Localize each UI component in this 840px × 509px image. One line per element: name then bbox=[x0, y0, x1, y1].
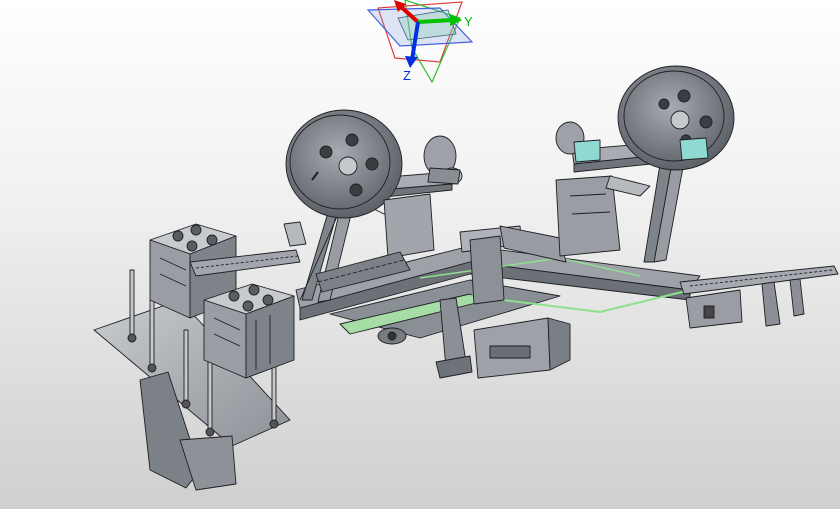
triad-y-label: Y bbox=[464, 14, 473, 29]
orientation-triad[interactable]: Y Z bbox=[366, 0, 474, 84]
guide-bracket-2 bbox=[283, 221, 307, 247]
triad-y-axis bbox=[417, 18, 453, 24]
left-magazine-lower bbox=[203, 283, 295, 379]
triad-z-label: Z bbox=[403, 68, 411, 83]
triad-z-arrow bbox=[405, 56, 418, 68]
right-long-rail bbox=[679, 265, 839, 329]
right-tape-reel bbox=[617, 65, 735, 171]
cad-3d-viewport[interactable]: Y Z bbox=[0, 0, 840, 509]
left-small-roller bbox=[423, 135, 463, 185]
center-foot bbox=[435, 355, 473, 379]
drive-box bbox=[473, 317, 571, 379]
machine-assembly-model[interactable] bbox=[93, 65, 839, 491]
